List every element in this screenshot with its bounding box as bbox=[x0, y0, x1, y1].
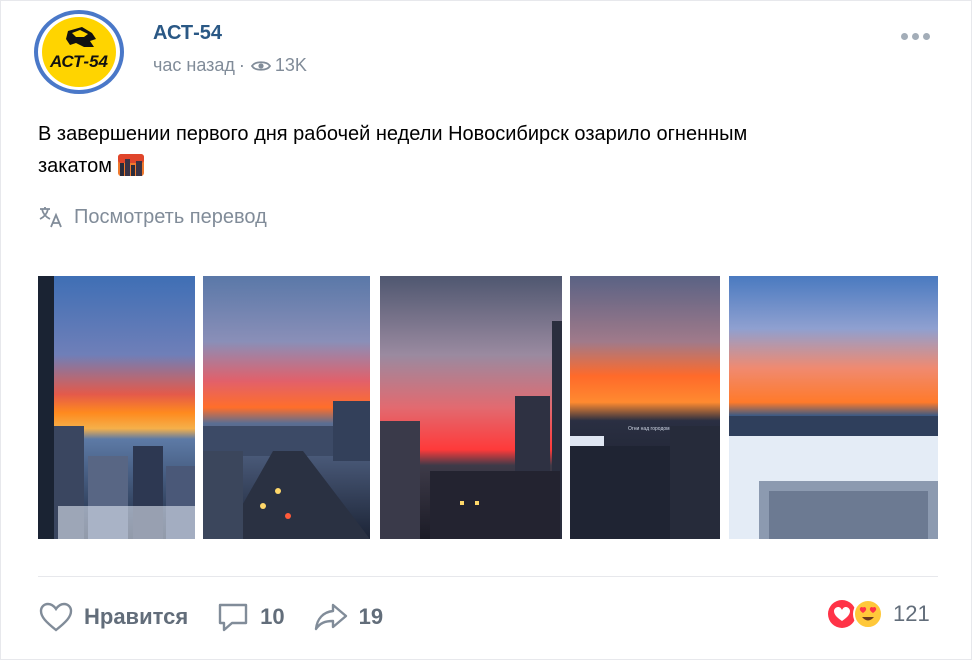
more-dot-icon bbox=[901, 32, 908, 40]
author-name[interactable]: АСТ-54 bbox=[153, 22, 222, 45]
meta-separator: · bbox=[238, 55, 245, 75]
more-dot-icon bbox=[923, 32, 930, 40]
post-text-fragment: закатом bbox=[38, 155, 112, 177]
more-options-button[interactable] bbox=[901, 29, 933, 43]
show-translation-link[interactable]: Посмотреть перевод bbox=[38, 205, 267, 229]
post-text: В завершении первого дня рабочей недели … bbox=[38, 118, 928, 182]
like-label: Нравится bbox=[84, 604, 189, 629]
photo-caption: Огни над городом bbox=[628, 426, 670, 432]
post-time[interactable]: час назад bbox=[153, 55, 235, 76]
comments-count: 10 bbox=[260, 604, 285, 629]
post-photo-1[interactable] bbox=[38, 276, 195, 539]
views-count: 13K bbox=[274, 55, 307, 75]
post-photo-3[interactable] bbox=[380, 276, 562, 539]
eye-icon bbox=[250, 60, 271, 71]
post-text-line: закатом bbox=[38, 150, 928, 182]
post-actions-bar: Нравится 10 19 bbox=[38, 597, 411, 637]
heart-eyes-reaction-icon bbox=[853, 599, 883, 629]
reactions-summary[interactable]: 121 bbox=[827, 599, 930, 629]
reactions-count: 121 bbox=[893, 601, 930, 626]
post-photo-4[interactable]: Огни над городом bbox=[570, 276, 720, 539]
actions-divider bbox=[38, 576, 938, 577]
ast54-logo: АСТ-54 bbox=[42, 17, 116, 87]
post-meta: час назад · 13K bbox=[153, 55, 307, 76]
comment-icon bbox=[218, 603, 248, 632]
post-photo-2[interactable] bbox=[203, 276, 370, 539]
post-photo-5[interactable] bbox=[729, 276, 938, 539]
community-avatar[interactable]: АСТ-54 bbox=[34, 10, 124, 94]
translate-label: Посмотреть перевод bbox=[74, 205, 267, 228]
shares-count: 19 bbox=[358, 604, 384, 629]
logo-text: АСТ-54 bbox=[49, 52, 109, 71]
post-card: АСТ-54 АСТ-54 час назад · 13K В завершен… bbox=[0, 0, 972, 660]
city-sunset-emoji-icon bbox=[117, 154, 144, 176]
share-button[interactable]: 19 bbox=[313, 601, 383, 633]
post-text-line: В завершении первого дня рабочей недели … bbox=[38, 123, 748, 145]
share-arrow-icon bbox=[314, 603, 347, 631]
comment-button[interactable]: 10 bbox=[216, 601, 285, 633]
heart-outline-icon bbox=[39, 602, 73, 632]
like-button[interactable]: Нравится bbox=[38, 601, 188, 633]
translate-icon bbox=[39, 207, 62, 228]
more-dot-icon bbox=[912, 32, 919, 40]
